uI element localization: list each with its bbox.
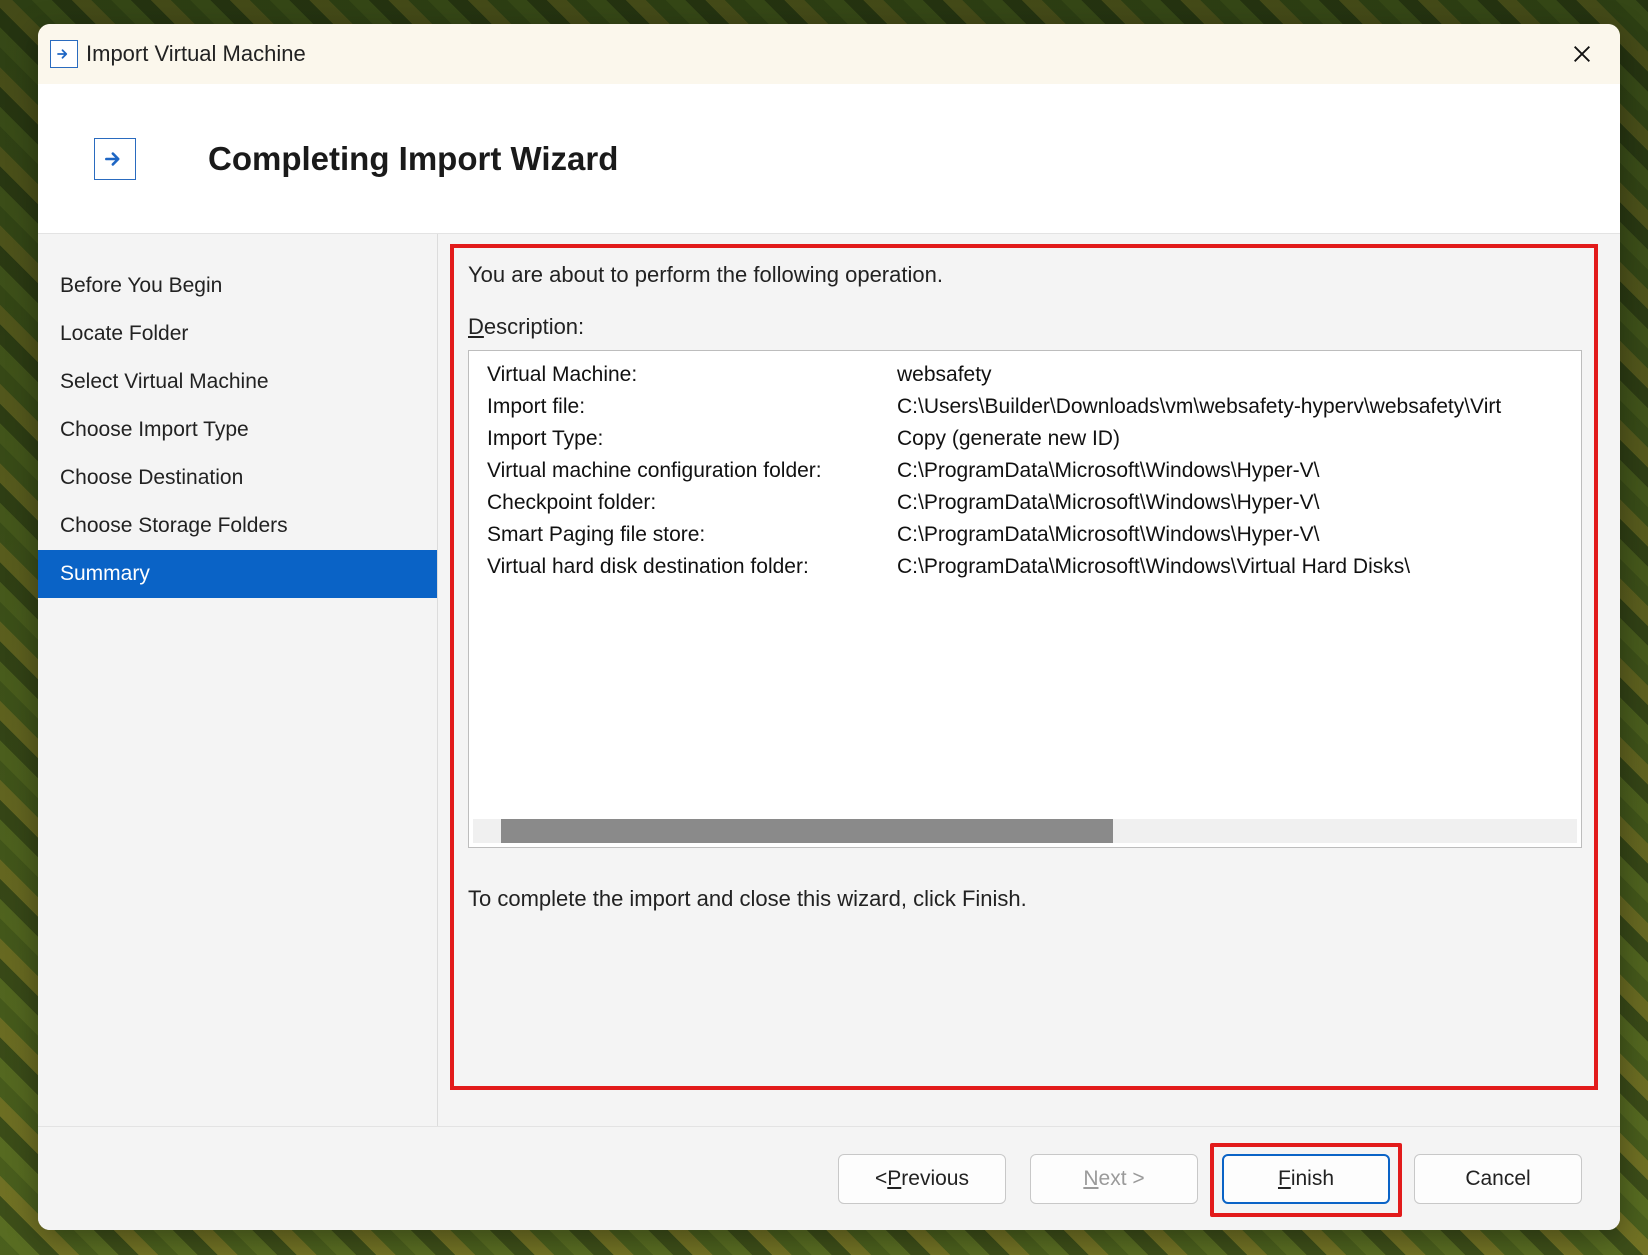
import-vm-dialog: Import Virtual Machine Completing Import… [38, 24, 1620, 1230]
dialog-body: Before You Begin Locate Folder Select Vi… [38, 234, 1620, 1126]
step-label: Summary [60, 562, 150, 586]
step-select-vm[interactable]: Select Virtual Machine [38, 358, 437, 406]
summary-row-label: Import Type: [487, 427, 897, 451]
intro-text: You are about to perform the following o… [468, 262, 1582, 288]
summary-row-label: Import file: [487, 395, 897, 419]
finish-button[interactable]: Finish [1222, 1154, 1390, 1204]
step-label: Before You Begin [60, 274, 222, 298]
summary-row-value: websafety [897, 363, 1581, 387]
summary-row-value: C:\ProgramData\Microsoft\Windows\Hyper-V… [897, 523, 1581, 547]
closing-instruction: To complete the import and close this wi… [468, 886, 1582, 912]
page-title: Completing Import Wizard [208, 140, 618, 178]
cancel-button[interactable]: Cancel [1414, 1154, 1582, 1204]
summary-row-value: C:\ProgramData\Microsoft\Windows\Hyper-V… [897, 491, 1581, 515]
step-label: Choose Storage Folders [60, 514, 288, 538]
horizontal-scrollbar[interactable] [473, 819, 1577, 843]
previous-button[interactable]: < Previous [838, 1154, 1006, 1204]
step-choose-import-type[interactable]: Choose Import Type [38, 406, 437, 454]
summary-row-label: Smart Paging file store: [487, 523, 897, 547]
import-arrow-icon [50, 40, 78, 68]
titlebar: Import Virtual Machine [38, 24, 1620, 84]
wizard-header: Completing Import Wizard [38, 84, 1620, 234]
wizard-content: You are about to perform the following o… [438, 234, 1620, 1126]
scrollbar-thumb[interactable] [501, 819, 1113, 843]
step-choose-destination[interactable]: Choose Destination [38, 454, 437, 502]
summary-row-label: Checkpoint folder: [487, 491, 897, 515]
step-label: Locate Folder [60, 322, 188, 346]
summary-row-label: Virtual hard disk destination folder: [487, 555, 897, 579]
summary-row-value: C:\ProgramData\Microsoft\Windows\Hyper-V… [897, 459, 1581, 483]
step-label: Choose Destination [60, 466, 243, 490]
window-title: Import Virtual Machine [86, 41, 306, 67]
step-locate-folder[interactable]: Locate Folder [38, 310, 437, 358]
summary-row-label: Virtual machine configuration folder: [487, 459, 897, 483]
summary-row-value: Copy (generate new ID) [897, 427, 1581, 451]
summary-row-value: C:\Users\Builder\Downloads\vm\websafety-… [897, 395, 1581, 419]
step-choose-storage-folders[interactable]: Choose Storage Folders [38, 502, 437, 550]
description-list: Virtual Machine: websafety Import file: … [468, 350, 1582, 848]
description-label: Description: [468, 314, 1582, 340]
dialog-footer: < Previous Next > Finish Cancel [38, 1126, 1620, 1230]
step-before-you-begin[interactable]: Before You Begin [38, 262, 437, 310]
step-label: Select Virtual Machine [60, 370, 269, 394]
summary-row-label: Virtual Machine: [487, 363, 897, 387]
step-label: Choose Import Type [60, 418, 249, 442]
close-button[interactable] [1562, 34, 1602, 74]
import-arrow-icon [94, 138, 136, 180]
step-summary[interactable]: Summary [38, 550, 437, 598]
summary-row-value: C:\ProgramData\Microsoft\Windows\Virtual… [897, 555, 1581, 579]
wizard-steps-sidebar: Before You Begin Locate Folder Select Vi… [38, 234, 438, 1126]
next-button: Next > [1030, 1154, 1198, 1204]
